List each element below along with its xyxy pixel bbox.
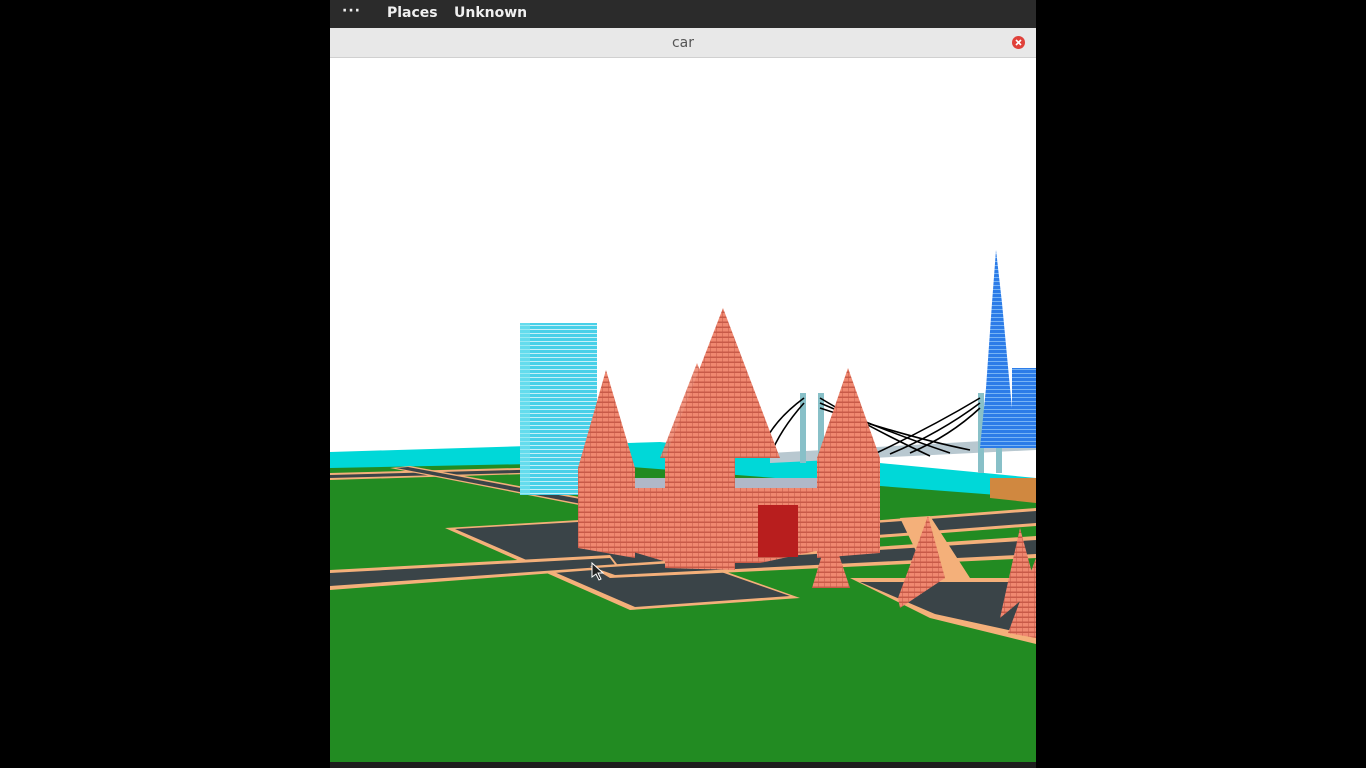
close-button[interactable] [1012, 36, 1025, 49]
window-titlebar[interactable]: car [330, 28, 1036, 58]
activities-menu-button[interactable]: ··· [342, 3, 361, 19]
window-title: car [671, 35, 695, 51]
temple-door [758, 505, 798, 557]
top-panel: ··· Places Unknown [330, 0, 1036, 28]
3d-scene-viewport[interactable] [330, 58, 1036, 768]
bottom-edge [330, 762, 1036, 768]
places-menu[interactable]: Places [387, 5, 438, 21]
app-menu-unknown[interactable]: Unknown [454, 5, 527, 21]
close-icon [1015, 39, 1022, 46]
car-window: car [330, 28, 1036, 768]
